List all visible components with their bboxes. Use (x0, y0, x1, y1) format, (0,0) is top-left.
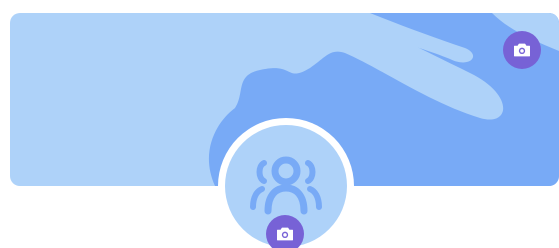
avatar-camera-button[interactable] (266, 215, 304, 248)
group-users-icon (250, 156, 322, 215)
camera-icon (277, 227, 293, 241)
cover-camera-button[interactable] (503, 31, 541, 69)
camera-icon (514, 43, 530, 57)
profile-header (0, 0, 559, 248)
